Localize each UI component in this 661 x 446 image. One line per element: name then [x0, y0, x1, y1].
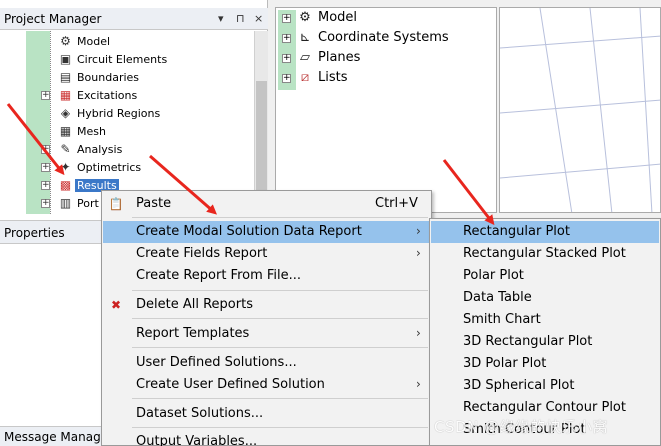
tree-item-analysis[interactable]: + ✎ Analysis — [40, 141, 240, 159]
tree-item-coordinate-systems[interactable]: + ⊾ Coordinate Systems — [282, 29, 492, 49]
tree-item-optimetrics[interactable]: + ✦ Optimetrics — [40, 159, 240, 177]
menu-separator — [132, 318, 428, 319]
submenu-arrow-icon: › — [416, 246, 421, 260]
coordinate-systems-icon: ⊾ — [299, 30, 311, 45]
expand-icon[interactable]: + — [282, 54, 291, 63]
hybrid-regions-icon: ◈ — [60, 106, 71, 120]
submenu-item-3d-spherical-plot[interactable]: 3D Spherical Plot — [431, 375, 659, 397]
expand-icon[interactable]: + — [282, 14, 291, 23]
menu-item-create-fields-report[interactable]: Create Fields Report › — [103, 243, 430, 265]
menu-separator — [132, 427, 428, 428]
menu-item-paste[interactable]: 📋 Paste Ctrl+V — [103, 193, 430, 215]
menu-item-output-variables[interactable]: Output Variables... — [103, 431, 430, 446]
submenu-item-data-table[interactable]: Data Table — [431, 287, 659, 309]
menu-separator — [132, 217, 428, 218]
project-tree-scrollbar[interactable] — [254, 31, 268, 214]
submenu-item-smith-chart[interactable]: Smith Chart — [431, 309, 659, 331]
optimetrics-icon: ✦ — [60, 160, 71, 174]
analysis-icon: ✎ — [60, 142, 71, 156]
results-icon: ▩ — [59, 178, 72, 192]
close-icon[interactable]: × — [254, 12, 263, 25]
tree-item-circuit-elements[interactable]: ▣ Circuit Elements — [40, 51, 240, 69]
menu-item-create-report-from-file[interactable]: Create Report From File... — [103, 265, 430, 287]
scrollbar-thumb[interactable] — [256, 81, 267, 191]
tree-item-model[interactable]: + ⚙ Model — [282, 9, 492, 29]
project-manager-panel: Project Manager ▾ ⊓ × ⚙ Model ▣ Circuit … — [0, 0, 268, 214]
menu-separator — [132, 398, 428, 399]
menu-separator — [132, 290, 428, 291]
menu-item-report-templates[interactable]: Report Templates › — [103, 323, 430, 345]
watermark: CSDN @缘缘的快乐小窝 — [434, 418, 609, 436]
tree-item-lists[interactable]: + ⧄ Lists — [282, 69, 492, 89]
lists-icon: ⧄ — [300, 70, 310, 85]
expand-icon[interactable]: + — [41, 145, 50, 154]
project-tree: ⚙ Model ▣ Circuit Elements ▤ Boundaries … — [0, 31, 254, 214]
tree-item-mesh[interactable]: ▦ Mesh — [40, 123, 240, 141]
expand-icon[interactable]: + — [41, 163, 50, 172]
results-context-menu: 📋 Paste Ctrl+V Create Modal Solution Dat… — [101, 190, 432, 446]
menu-item-delete-all-reports[interactable]: ✖ Delete All Reports — [103, 294, 430, 316]
model-tree-panel: + ⚙ Model + ⊾ Coordinate Systems + ▱ Pla… — [275, 7, 497, 213]
properties-title: Properties — [4, 226, 65, 240]
tree-item-model[interactable]: ⚙ Model — [40, 33, 240, 51]
project-manager-titlebar: Project Manager ▾ ⊓ × — [0, 8, 268, 30]
submenu-arrow-icon: › — [416, 224, 421, 238]
excitations-icon: ▦ — [59, 88, 72, 102]
tree-item-excitations[interactable]: + ▦ Excitations — [40, 87, 240, 105]
message-manager-title: Message Manager — [4, 430, 114, 444]
menu-item-user-defined-solutions[interactable]: User Defined Solutions... — [103, 352, 430, 374]
boundaries-icon: ▤ — [59, 70, 72, 84]
submenu-item-3d-rectangular-plot[interactable]: 3D Rectangular Plot — [431, 331, 659, 353]
model-icon: ⚙ — [60, 34, 71, 48]
expand-icon[interactable]: + — [41, 181, 50, 190]
modeler-3d-view[interactable] — [499, 7, 661, 213]
tree-item-hybrid-regions[interactable]: ◈ Hybrid Regions — [40, 105, 240, 123]
submenu-arrow-icon: › — [416, 326, 421, 340]
menu-item-dataset-solutions[interactable]: Dataset Solutions... — [103, 403, 430, 425]
project-manager-title: Project Manager — [4, 12, 102, 26]
delete-reports-icon: ✖ — [110, 298, 122, 312]
grid-lines — [500, 8, 660, 212]
menu-item-create-modal-solution-data-report[interactable]: Create Modal Solution Data Report › — [103, 221, 430, 243]
menu-separator — [132, 347, 428, 348]
paste-icon: 📋 — [108, 197, 124, 211]
submenu-item-rectangular-stacked-plot[interactable]: Rectangular Stacked Plot — [431, 243, 659, 265]
submenu-item-polar-plot[interactable]: Polar Plot — [431, 265, 659, 287]
expand-icon[interactable]: + — [282, 74, 291, 83]
circuit-elements-icon: ▣ — [59, 52, 72, 66]
model-icon: ⚙ — [299, 10, 311, 25]
expand-icon[interactable]: + — [282, 34, 291, 43]
expand-icon[interactable]: + — [41, 91, 50, 100]
mesh-icon: ▦ — [59, 124, 72, 138]
report-type-submenu: Rectangular Plot Rectangular Stacked Plo… — [429, 218, 661, 446]
submenu-item-3d-polar-plot[interactable]: 3D Polar Plot — [431, 353, 659, 375]
tree-item-planes[interactable]: + ▱ Planes — [282, 49, 492, 69]
dropdown-icon[interactable]: ▾ — [218, 12, 224, 25]
expand-icon[interactable]: + — [41, 199, 50, 208]
submenu-arrow-icon: › — [416, 377, 421, 391]
menu-item-create-user-defined-solution[interactable]: Create User Defined Solution › — [103, 374, 430, 396]
tree-item-boundaries[interactable]: ▤ Boundaries — [40, 69, 240, 87]
planes-icon: ▱ — [300, 50, 310, 65]
submenu-item-rectangular-plot[interactable]: Rectangular Plot — [431, 221, 659, 243]
port-icon: ▥ — [59, 196, 72, 210]
pin-icon[interactable]: ⊓ — [236, 12, 245, 25]
